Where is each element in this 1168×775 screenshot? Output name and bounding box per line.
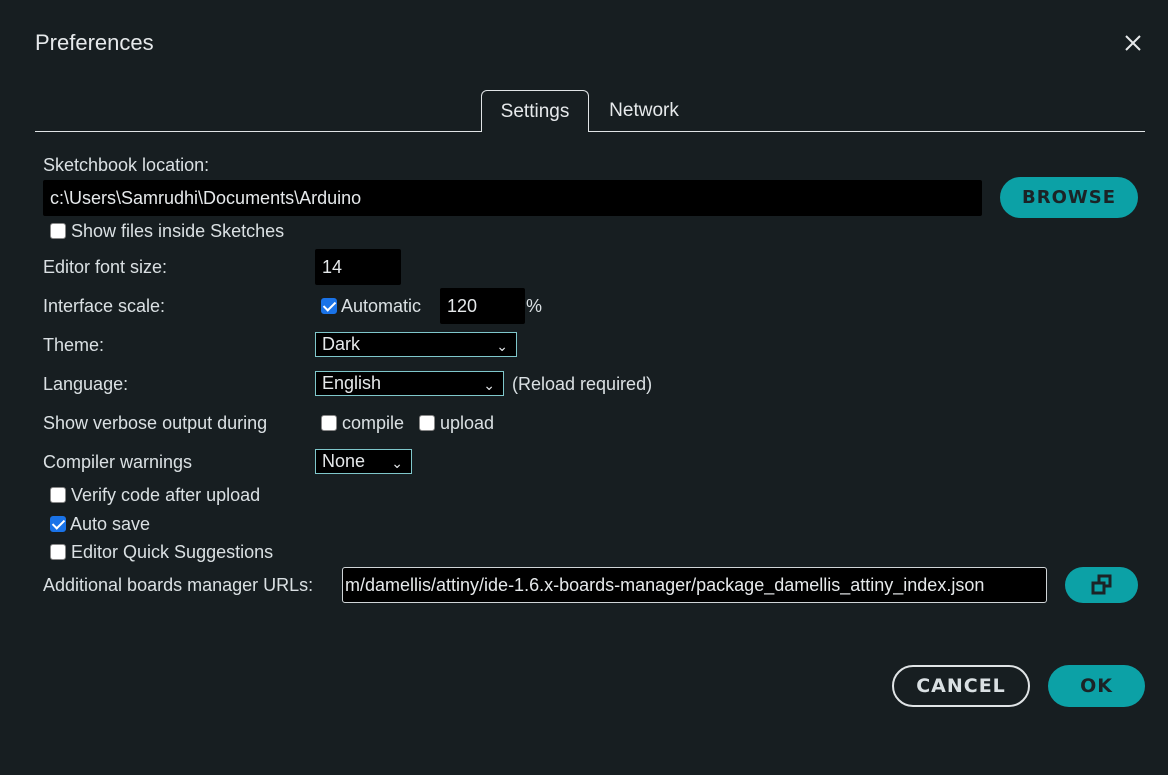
- tab-divider: [35, 131, 1145, 132]
- chevron-down-icon: ⌄: [496, 338, 508, 354]
- scale-unit: %: [526, 296, 543, 316]
- scale-auto-row[interactable]: Automatic: [321, 294, 421, 318]
- ok-button[interactable]: OK: [1048, 665, 1145, 707]
- compile-checkbox[interactable]: [321, 415, 337, 431]
- show-files-checkbox[interactable]: [50, 223, 66, 239]
- scale-input[interactable]: 120: [440, 288, 525, 324]
- compile-row[interactable]: compile: [321, 411, 404, 435]
- upload-row[interactable]: upload: [419, 411, 494, 435]
- open-urls-editor-button[interactable]: [1065, 567, 1138, 603]
- autosave-row[interactable]: Auto save: [50, 512, 150, 536]
- compile-label: compile: [342, 413, 405, 433]
- theme-value: Dark: [322, 334, 361, 354]
- font-size-label: Editor font size:: [43, 257, 168, 277]
- quick-suggestions-checkbox[interactable]: [50, 544, 66, 560]
- scale-label: Interface scale:: [43, 296, 166, 316]
- upload-checkbox[interactable]: [419, 415, 435, 431]
- tab-settings[interactable]: Settings: [481, 90, 589, 132]
- language-select[interactable]: English ⌄: [315, 371, 504, 396]
- show-files-label: Show files inside Sketches: [71, 221, 285, 241]
- theme-label: Theme:: [43, 335, 105, 355]
- warnings-value: None: [322, 451, 366, 471]
- browse-button[interactable]: BROWSE: [1000, 177, 1138, 218]
- verify-row[interactable]: Verify code after upload: [50, 483, 260, 507]
- sketchbook-label: Sketchbook location:: [43, 155, 210, 175]
- sketchbook-input[interactable]: c:\Users\Samrudhi\Documents\Arduino: [43, 180, 982, 216]
- autosave-label: Auto save: [70, 514, 151, 534]
- verify-checkbox[interactable]: [50, 487, 66, 503]
- font-size-input[interactable]: 14: [315, 249, 401, 285]
- verbose-label: Show verbose output during: [43, 413, 268, 433]
- show-files-row[interactable]: Show files inside Sketches: [50, 221, 284, 242]
- close-icon[interactable]: [1120, 30, 1146, 56]
- quick-suggestions-row[interactable]: Editor Quick Suggestions: [50, 540, 273, 564]
- boards-url-label: Additional boards manager URLs:: [43, 575, 314, 595]
- quick-suggestions-label: Editor Quick Suggestions: [71, 542, 274, 562]
- language-label: Language:: [43, 374, 129, 394]
- upload-label: upload: [440, 413, 495, 433]
- warnings-label: Compiler warnings: [43, 452, 193, 472]
- warnings-select[interactable]: None ⌄: [315, 449, 412, 474]
- language-note: (Reload required): [512, 374, 653, 394]
- boards-url-input[interactable]: m/damellis/attiny/ide-1.6.x-boards-manag…: [342, 567, 1047, 603]
- cancel-button[interactable]: CANCEL: [892, 665, 1030, 707]
- dialog-title: Preferences: [35, 30, 154, 55]
- window-restore-icon: [1091, 574, 1111, 595]
- verify-label: Verify code after upload: [71, 485, 261, 505]
- chevron-down-icon: ⌄: [391, 455, 403, 471]
- language-value: English: [322, 373, 382, 393]
- tab-network[interactable]: Network: [590, 90, 698, 132]
- chevron-down-icon: ⌄: [483, 377, 495, 393]
- scale-auto-label: Automatic: [341, 296, 422, 316]
- autosave-checkbox[interactable]: [50, 516, 66, 532]
- theme-select[interactable]: Dark ⌄: [315, 332, 517, 357]
- scale-auto-checkbox[interactable]: [321, 298, 337, 314]
